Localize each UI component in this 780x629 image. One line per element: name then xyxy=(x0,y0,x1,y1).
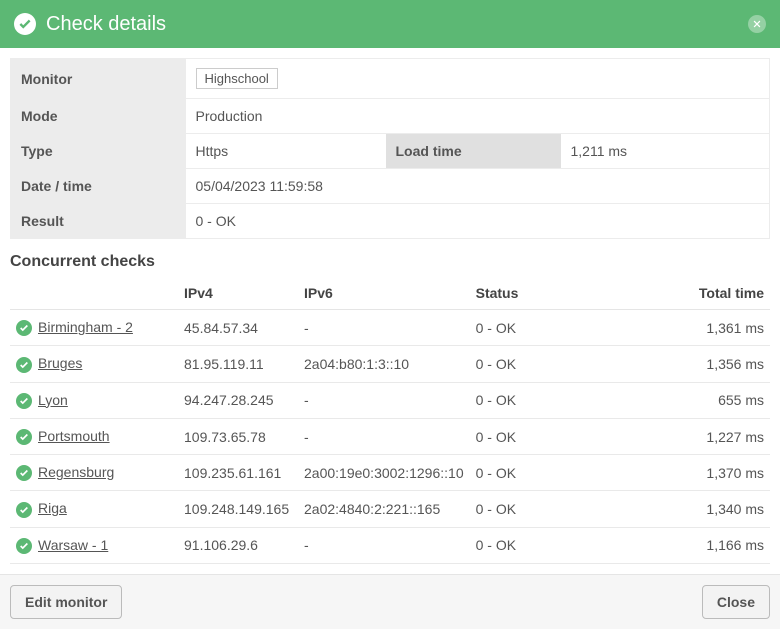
row-status: 0 - OK xyxy=(470,382,660,418)
row-ipv4: 109.73.65.78 xyxy=(178,418,298,454)
type-label: Type xyxy=(11,134,186,169)
modal-header: Check details xyxy=(0,0,780,48)
col-ipv4: IPv4 xyxy=(178,277,298,310)
row-ipv4: 109.235.61.161 xyxy=(178,455,298,491)
row-ipv6: 2a02:4840:2:221::165 xyxy=(298,491,470,527)
monitor-label: Monitor xyxy=(11,59,186,99)
row-ipv6: - xyxy=(298,418,470,454)
ok-status-icon xyxy=(16,502,32,518)
row-total-time: 1,166 ms xyxy=(660,527,770,563)
result-label: Result xyxy=(11,204,186,239)
col-status: Status xyxy=(470,277,660,310)
row-total-time: 1,361 ms xyxy=(660,310,770,346)
datetime-label: Date / time xyxy=(11,169,186,204)
row-status: 0 - OK xyxy=(470,455,660,491)
row-ipv4: 109.248.149.165 xyxy=(178,491,298,527)
row-location: Birmingham - 2 xyxy=(10,310,178,346)
col-total-time: Total time xyxy=(660,277,770,310)
result-value: 0 - OK xyxy=(186,204,770,239)
row-total-time: 655 ms xyxy=(660,382,770,418)
location-link[interactable]: Lyon xyxy=(38,392,68,408)
row-location: Regensburg xyxy=(10,455,178,491)
row-location: Warsaw - 1 xyxy=(10,527,178,563)
location-link[interactable]: Riga xyxy=(38,500,67,516)
row-ipv6: 2a00:19e0:3002:1296::10 xyxy=(298,455,470,491)
loadtime-label: Load time xyxy=(386,134,561,169)
concurrent-table: IPv4 IPv6 Status Total time Birmingham -… xyxy=(10,277,770,564)
ok-status-icon xyxy=(16,465,32,481)
loadtime-value: 1,211 ms xyxy=(561,134,770,169)
ok-status-icon xyxy=(16,320,32,336)
row-status: 0 - OK xyxy=(470,418,660,454)
ok-status-icon xyxy=(14,13,36,35)
details-table: Monitor Highschool Mode Production Type … xyxy=(10,58,770,239)
row-ipv4: 45.84.57.34 xyxy=(178,310,298,346)
ok-status-icon xyxy=(16,393,32,409)
table-row: Portsmouth 109.73.65.78-0 - OK1,227 ms xyxy=(10,418,770,454)
row-location: Bruges xyxy=(10,346,178,382)
row-ipv6: - xyxy=(298,310,470,346)
location-link[interactable]: Warsaw - 1 xyxy=(38,537,108,553)
datetime-value: 05/04/2023 11:59:58 xyxy=(186,169,770,204)
ok-status-icon xyxy=(16,538,32,554)
row-status: 0 - OK xyxy=(470,346,660,382)
row-total-time: 1,370 ms xyxy=(660,455,770,491)
table-row: Birmingham - 2 45.84.57.34-0 - OK1,361 ms xyxy=(10,310,770,346)
row-ipv4: 91.106.29.6 xyxy=(178,527,298,563)
location-link[interactable]: Birmingham - 2 xyxy=(38,319,133,335)
row-total-time: 1,340 ms xyxy=(660,491,770,527)
row-ipv6: 2a04:b80:1:3::10 xyxy=(298,346,470,382)
type-value: Https xyxy=(186,134,386,169)
monitor-value: Highschool xyxy=(186,59,770,99)
table-row: Regensburg 109.235.61.1612a00:19e0:3002:1… xyxy=(10,455,770,491)
col-ipv6: IPv6 xyxy=(298,277,470,310)
modal-title: Check details xyxy=(46,13,748,36)
table-row: Warsaw - 1 91.106.29.6-0 - OK1,166 ms xyxy=(10,527,770,563)
row-location: Portsmouth xyxy=(10,418,178,454)
row-status: 0 - OK xyxy=(470,310,660,346)
mode-label: Mode xyxy=(11,99,186,134)
monitor-tag[interactable]: Highschool xyxy=(196,68,278,89)
row-ipv4: 81.95.119.11 xyxy=(178,346,298,382)
modal-body: Monitor Highschool Mode Production Type … xyxy=(0,48,780,574)
row-status: 0 - OK xyxy=(470,491,660,527)
ok-status-icon xyxy=(16,429,32,445)
location-link[interactable]: Portsmouth xyxy=(38,428,110,444)
ok-status-icon xyxy=(16,357,32,373)
row-ipv4: 94.247.28.245 xyxy=(178,382,298,418)
close-button[interactable]: Close xyxy=(702,585,770,619)
modal-footer: Edit monitor Close xyxy=(0,574,780,629)
table-row: Lyon 94.247.28.245-0 - OK655 ms xyxy=(10,382,770,418)
check-details-modal: Check details Monitor Highschool Mode Pr… xyxy=(0,0,780,629)
row-location: Riga xyxy=(10,491,178,527)
table-row: Bruges 81.95.119.112a04:b80:1:3::100 - OK… xyxy=(10,346,770,382)
close-icon[interactable] xyxy=(748,15,766,33)
location-link[interactable]: Bruges xyxy=(38,355,82,371)
edit-monitor-button[interactable]: Edit monitor xyxy=(10,585,122,619)
row-location: Lyon xyxy=(10,382,178,418)
mode-value: Production xyxy=(186,99,770,134)
row-total-time: 1,227 ms xyxy=(660,418,770,454)
concurrent-title: Concurrent checks xyxy=(10,253,770,271)
row-ipv6: - xyxy=(298,382,470,418)
row-ipv6: - xyxy=(298,527,470,563)
col-location xyxy=(10,277,178,310)
location-link[interactable]: Regensburg xyxy=(38,464,114,480)
table-row: Riga 109.248.149.1652a02:4840:2:221::1650… xyxy=(10,491,770,527)
row-total-time: 1,356 ms xyxy=(660,346,770,382)
row-status: 0 - OK xyxy=(470,527,660,563)
